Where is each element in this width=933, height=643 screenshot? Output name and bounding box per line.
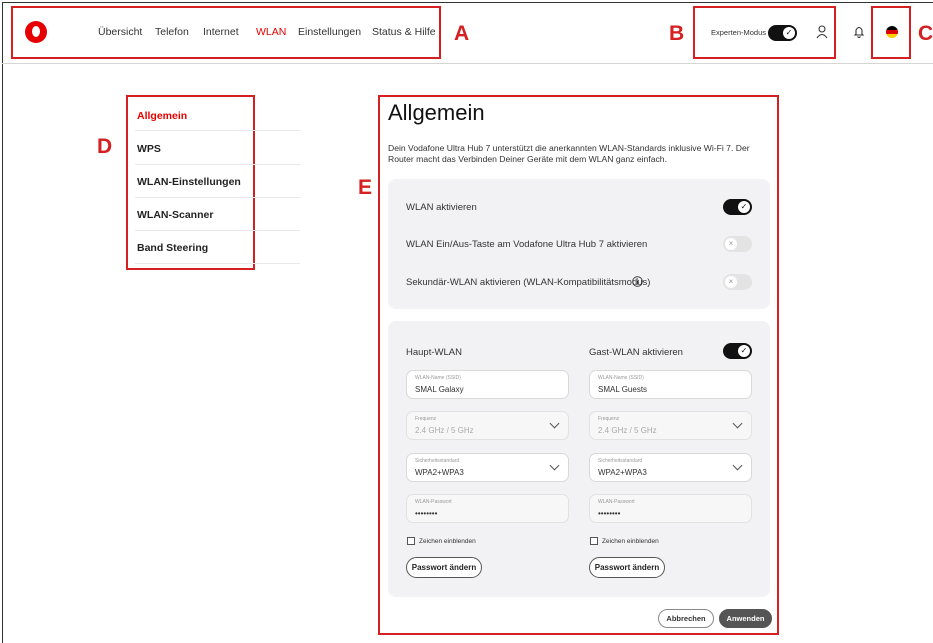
x-icon: × [725, 238, 737, 250]
x-icon: × [725, 276, 737, 288]
main-ssid-label: WLAN-Name (SSID) [415, 375, 461, 381]
guest-show-chars-label: Zeichen einblenden [602, 538, 659, 545]
info-icon[interactable] [632, 276, 643, 287]
guest-wlan-heading: Gast-WLAN aktivieren [589, 347, 683, 358]
guest-password-label: WLAN-Passwort [598, 499, 635, 505]
annotation-label-d: D [97, 135, 113, 158]
main-frequency-select[interactable]: Frequenz 2.4 GHz / 5 GHz [406, 411, 569, 440]
secondary-wlan-toggle[interactable]: × [723, 274, 752, 290]
chevron-down-icon [549, 418, 560, 429]
main-ssid-field[interactable]: WLAN-Name (SSID) SMAL Galaxy [406, 370, 569, 399]
guest-ssid-field[interactable]: WLAN-Name (SSID) SMAL Guests [589, 370, 752, 399]
main-ssid-value: SMAL Galaxy [415, 385, 464, 394]
toggle-label-wlan: WLAN aktivieren [406, 202, 477, 213]
guest-ssid-value: SMAL Guests [598, 385, 648, 394]
annotation-box-b [693, 6, 836, 59]
sidebar-divider [135, 263, 300, 264]
main-password-value: •••••••• [415, 509, 438, 518]
main-password-field[interactable]: WLAN-Passwort •••••••• [406, 494, 569, 523]
main-frequency-value: 2.4 GHz / 5 GHz [415, 426, 474, 435]
guest-show-chars-checkbox[interactable] [590, 537, 598, 545]
page-title: Allgemein [388, 100, 485, 125]
toggle-label-secondary: Sekundär-WLAN aktivieren (WLAN-Kompatibi… [406, 277, 651, 288]
toggle-label-button: WLAN Ein/Aus-Taste am Vodafone Ultra Hub… [406, 239, 648, 250]
guest-security-value: WPA2+WPA3 [598, 468, 647, 477]
sidebar-divider [135, 130, 300, 131]
sidebar-item-band-steering[interactable]: Band Steering [137, 242, 208, 254]
main-security-select[interactable]: Sicherheitsstandard WPA2+WPA3 [406, 453, 569, 482]
main-password-label: WLAN-Passwort [415, 499, 452, 505]
main-show-chars-checkbox[interactable] [407, 537, 415, 545]
sidebar-divider [135, 230, 300, 231]
wlan-button-toggle[interactable]: × [723, 236, 752, 252]
guest-ssid-label: WLAN-Name (SSID) [598, 375, 644, 381]
chevron-down-icon [732, 460, 743, 471]
sidebar-item-wlan-einstellungen[interactable]: WLAN-Einstellungen [137, 176, 241, 188]
sidebar-divider [135, 164, 300, 165]
annotation-label-c: C [918, 22, 933, 45]
main-security-label: Sicherheitsstandard [415, 458, 460, 464]
main-security-value: WPA2+WPA3 [415, 468, 464, 477]
wlan-activate-toggle[interactable]: ✓ [723, 199, 752, 215]
main-wlan-heading: Haupt-WLAN [406, 347, 462, 358]
guest-security-label: Sicherheitsstandard [598, 458, 643, 464]
annotation-label-e: E [358, 176, 373, 199]
annotation-box-c [871, 6, 911, 59]
guest-frequency-label: Frequenz [598, 416, 620, 422]
main-change-password-button[interactable]: Passwort ändern [406, 557, 482, 578]
check-icon: ✓ [738, 345, 750, 357]
sidebar-divider [135, 197, 300, 198]
guest-frequency-value: 2.4 GHz / 5 GHz [598, 426, 657, 435]
chevron-down-icon [732, 418, 743, 429]
page-description: Dein Vodafone Ultra Hub 7 unterstützt di… [388, 143, 750, 164]
guest-change-password-button[interactable]: Passwort ändern [589, 557, 665, 578]
guest-password-field[interactable]: WLAN-Passwort •••••••• [589, 494, 752, 523]
annotation-box-a [11, 6, 441, 59]
annotation-label-a: A [454, 22, 470, 45]
bell-icon[interactable] [853, 25, 865, 39]
apply-button[interactable]: Anwenden [719, 609, 772, 628]
annotation-label-b: B [669, 22, 685, 45]
guest-password-value: •••••••• [598, 509, 621, 518]
main-show-chars-label: Zeichen einblenden [419, 538, 476, 545]
cancel-button[interactable]: Abbrechen [658, 609, 714, 628]
sidebar-item-wps[interactable]: WPS [137, 143, 161, 155]
sidebar-item-allgemein[interactable]: Allgemein [137, 110, 187, 122]
chevron-down-icon [549, 460, 560, 471]
guest-security-select[interactable]: Sicherheitsstandard WPA2+WPA3 [589, 453, 752, 482]
guest-frequency-select[interactable]: Frequenz 2.4 GHz / 5 GHz [589, 411, 752, 440]
guest-wlan-toggle[interactable]: ✓ [723, 343, 752, 359]
sidebar-item-wlan-scanner[interactable]: WLAN-Scanner [137, 209, 213, 221]
main-frequency-label: Frequenz [415, 416, 437, 422]
check-icon: ✓ [738, 201, 750, 213]
